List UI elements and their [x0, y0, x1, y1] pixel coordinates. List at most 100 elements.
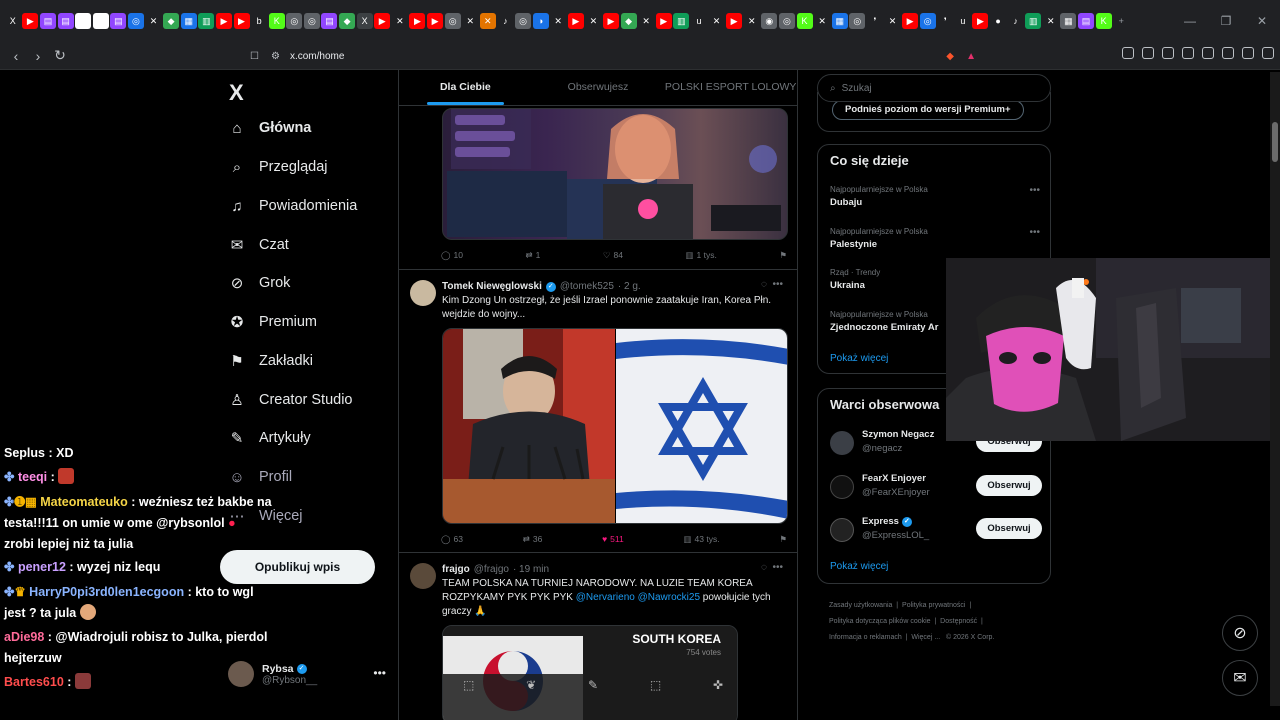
browser-tab-icon[interactable]: ▤	[57, 13, 74, 29]
reply-button[interactable]: ◯ 63	[441, 532, 463, 546]
browser-tab-icon[interactable]: ◉	[75, 13, 92, 29]
new-tab-icon[interactable]: +	[1113, 13, 1129, 29]
browser-tab-icon[interactable]: ◎	[127, 13, 144, 29]
author-name[interactable]: Tomek Niewęglowski	[442, 281, 542, 292]
upgrade-premium-button[interactable]: Podnieś poziom do wersji Premium+	[832, 100, 1024, 120]
nav-grok[interactable]: ⊘ Grok	[226, 270, 291, 296]
footer-link[interactable]: Polityka dotycząca plików cookie	[829, 618, 931, 625]
post-time[interactable]: · 2 g.	[618, 281, 641, 292]
browser-tab-icon[interactable]: ❜	[866, 13, 883, 29]
follow-button[interactable]: Obserwuj	[976, 475, 1042, 496]
address-bar[interactable]: ☐ ⚙ x.com/home ◆ ▲	[250, 45, 992, 67]
sidebar-icon[interactable]	[1182, 47, 1194, 59]
like-button[interactable]: ♡ 84	[603, 248, 623, 262]
browser-tab-icon[interactable]: ✕	[638, 13, 655, 29]
site-info-icon[interactable]: ⚙	[271, 51, 280, 62]
browser-tab-icon[interactable]: ✕	[1042, 13, 1059, 29]
back-icon[interactable]: ‹	[6, 48, 26, 64]
bookmark-icon[interactable]: ☐	[250, 51, 259, 62]
browser-tab-icon[interactable]: ◑	[532, 13, 549, 29]
extension-icon[interactable]	[1142, 47, 1154, 59]
browser-tab-icon[interactable]: ✕	[391, 13, 408, 29]
browser-tab-icon[interactable]: ✕	[884, 13, 901, 29]
browser-tab-icon[interactable]: X	[356, 13, 373, 29]
wallet-icon[interactable]	[1202, 47, 1214, 59]
browser-tab-icon[interactable]: ▥	[673, 13, 690, 29]
browser-tab-icon[interactable]: ▶	[374, 13, 391, 29]
nav-creator-studio[interactable]: ♙ Creator Studio	[226, 387, 352, 413]
post-media-image[interactable]	[442, 108, 788, 240]
browser-tab-icon[interactable]: ▤	[321, 13, 338, 29]
minimize-icon[interactable]: —	[1172, 14, 1208, 28]
media-icon[interactable]	[1162, 47, 1174, 59]
browser-tab-icon[interactable]: ◉	[761, 13, 778, 29]
browser-tab-icon[interactable]: ✕	[145, 13, 162, 29]
post[interactable]: Tomek Niewęglowski ✓ @tomek525 · 2 g. ◌ …	[399, 270, 797, 553]
trend-item[interactable]: Najpopularniejsze w Polska Palestynie ••…	[830, 227, 1040, 250]
browser-tab-icon[interactable]: ◎	[515, 13, 532, 29]
reload-icon[interactable]: ↻	[50, 47, 70, 64]
browser-tab-icon[interactable]: ◎	[286, 13, 303, 29]
repost-button[interactable]: ⇄ 1	[526, 248, 541, 262]
browser-tab-icon[interactable]: ▶	[215, 13, 232, 29]
mention-link[interactable]: @Nervarieno	[576, 592, 635, 603]
bookmark-post-icon[interactable]: ⚑	[779, 248, 787, 262]
show-more-link[interactable]: Pokaż więcej	[830, 561, 888, 572]
browser-tab-icon[interactable]: ✕	[743, 13, 760, 29]
browser-tab-icon[interactable]: K	[796, 13, 813, 29]
footer-link[interactable]: Zasady użytkowania	[829, 602, 892, 609]
browser-tab-icon[interactable]: ◎	[849, 13, 866, 29]
post-more-icon[interactable]: ◌ •••	[761, 279, 783, 290]
show-more-link[interactable]: Pokaż więcej	[830, 353, 888, 364]
browser-tab-icon[interactable]: b	[251, 13, 268, 29]
tab-for-you[interactable]: Dla Ciebie	[399, 70, 532, 105]
follow-suggestion[interactable]: FearX Enjoyer @FearXEnjoyer Obserwuj	[830, 473, 1042, 505]
post-more-icon[interactable]: ◌ •••	[761, 562, 783, 573]
browser-tab-icon[interactable]: ◆	[620, 13, 637, 29]
browser-tab-icon[interactable]: ▶	[567, 13, 584, 29]
browser-tab-icon[interactable]: ▶	[602, 13, 619, 29]
restore-icon[interactable]: ❐	[1208, 14, 1244, 28]
browser-tab-icon[interactable]: ▶	[726, 13, 743, 29]
browser-tab-icon[interactable]: ▶	[233, 13, 250, 29]
messages-fab-icon[interactable]: ✉	[1222, 660, 1258, 696]
browser-tab-icon[interactable]: ✕	[479, 13, 496, 29]
leo-icon[interactable]	[1222, 47, 1234, 59]
browser-tab-icon[interactable]: ▤	[1078, 13, 1095, 29]
browser-tab-icon[interactable]: ▶	[972, 13, 989, 29]
rewards-icon[interactable]: ▲	[966, 51, 976, 62]
browser-tab-icon[interactable]: u	[690, 13, 707, 29]
tab-list[interactable]: POLSKI ESPORT LOLOWY	[664, 70, 797, 105]
brave-shield-icon[interactable]: ◆	[946, 51, 954, 62]
like-button[interactable]: ♥ 511	[602, 532, 624, 546]
bookmark-post-icon[interactable]: ⚑	[779, 532, 787, 546]
author-handle[interactable]: @tomek525	[560, 281, 614, 292]
avatar[interactable]	[410, 280, 436, 306]
trend-more-icon[interactable]: •••	[1029, 227, 1040, 238]
avatar[interactable]	[410, 563, 436, 589]
nav-bookmarks[interactable]: ⚑ Zakładki	[226, 348, 313, 374]
edit-icon[interactable]: ✎	[588, 678, 598, 692]
nav-explore[interactable]: ⌕ Przeglądaj	[226, 154, 328, 180]
frame-icon[interactable]: ⬚	[650, 678, 661, 692]
extension-icon[interactable]	[1122, 47, 1134, 59]
page-scrollbar[interactable]	[1270, 72, 1280, 706]
person-icon[interactable]: ✜	[713, 678, 723, 692]
browser-tab-icon[interactable]: ▶	[427, 13, 444, 29]
browser-tab-icon[interactable]: ✕	[585, 13, 602, 29]
browser-tab-icon[interactable]: ✕	[462, 13, 479, 29]
forward-icon[interactable]: ›	[28, 48, 48, 64]
browser-tab-icon[interactable]: ●	[990, 13, 1007, 29]
browser-tab-icon[interactable]: ▤	[110, 13, 127, 29]
post-time[interactable]: · 19 min	[513, 564, 549, 575]
crop-icon[interactable]: ⬚	[463, 678, 474, 692]
post-media-image[interactable]: SOUTH KOREA 754 votes ⬚ ❦ ✎ ⬚ ✜	[442, 625, 738, 720]
menu-icon[interactable]	[1262, 47, 1274, 59]
browser-tab-icon[interactable]: ▶	[409, 13, 426, 29]
grok-fab-icon[interactable]: ⊘	[1222, 615, 1258, 651]
browser-tab-icon[interactable]: ◆	[163, 13, 180, 29]
browser-tab-icon[interactable]: u	[954, 13, 971, 29]
footer-link[interactable]: Polityka prywatności	[902, 602, 965, 609]
browser-tab-icon[interactable]: ▥	[1025, 13, 1042, 29]
reply-button[interactable]: ◯ 10	[441, 248, 463, 262]
